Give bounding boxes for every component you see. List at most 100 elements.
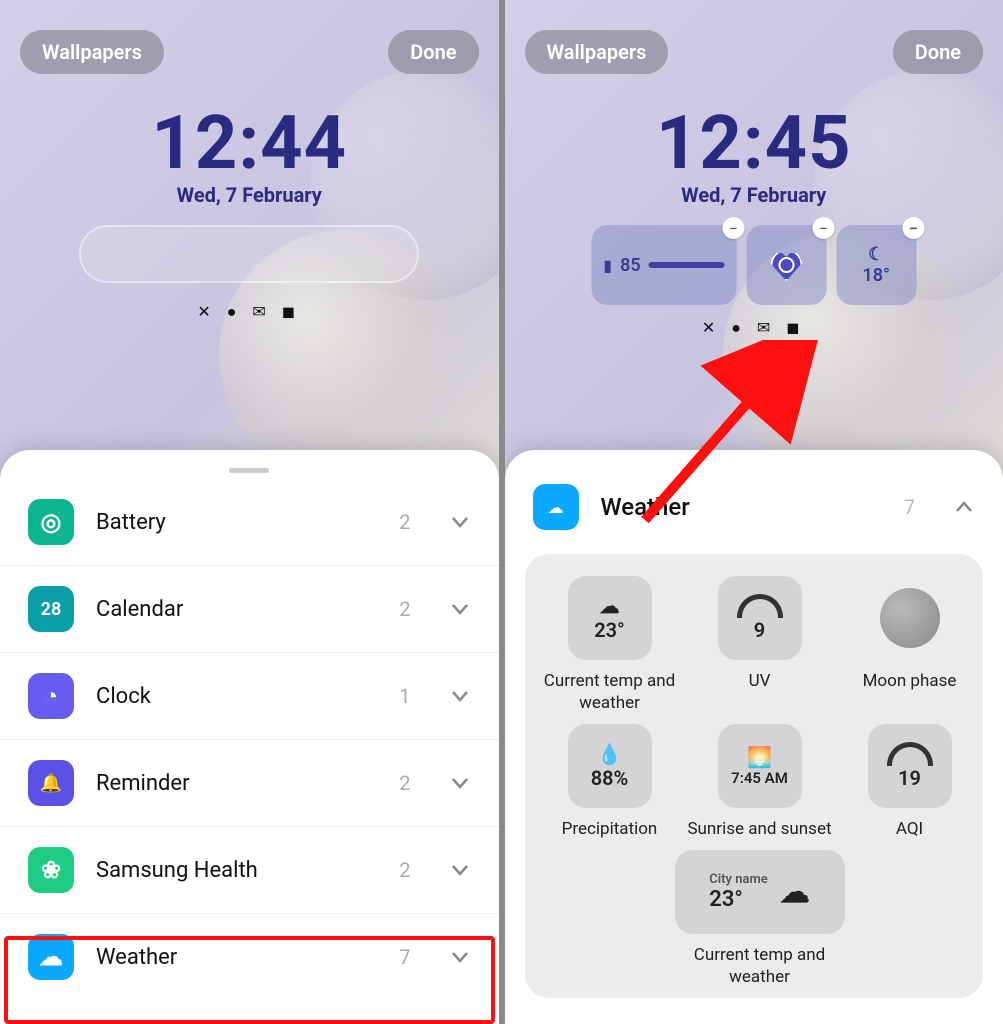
lockscreen-clock[interactable]: 12:45 Wed, 7 February <box>505 100 1003 207</box>
temp-value: 23° <box>709 887 767 912</box>
wallpapers-button[interactable]: Wallpapers <box>20 30 164 74</box>
widget-value: 23° <box>594 618 625 642</box>
category-count: 2 <box>399 597 410 621</box>
cloud-icon: ☁ <box>780 875 810 910</box>
clock-time: 12:45 <box>505 100 1003 187</box>
chevron-down-icon <box>449 946 471 968</box>
widget-picker-sheet: ◎ Battery 2 28 Calendar 2 ◔ Clock 1 🔔 Reminder 2 ❀ Sa… <box>0 450 499 1024</box>
widget-option: ☁23° Current temp and weather <box>535 576 685 714</box>
done-button[interactable]: Done <box>388 30 478 74</box>
widget-value: 9 <box>754 618 765 642</box>
widget-row: ▮ 85 − − ☾ 18° − <box>591 225 916 305</box>
wallpapers-button[interactable]: Wallpapers <box>525 30 669 74</box>
widget-weather-mini[interactable]: ☾ 18° − <box>836 225 916 305</box>
reminder-icon: 🔔 <box>28 760 74 806</box>
calendar-icon: 28 <box>28 586 74 632</box>
category-calendar[interactable]: 28 Calendar 2 <box>0 566 499 653</box>
weather-widgets-sheet: ☁ Weather 7 ☁23°Current temp and weather… <box>505 450 1003 1024</box>
heart-icon <box>766 245 806 285</box>
notification-icons: ✕ ● ✉ ◼ <box>505 318 1003 338</box>
chevron-down-icon <box>449 772 471 794</box>
phone-left: Wallpapers Done 12:44 Wed, 7 February ✕ … <box>0 0 499 1024</box>
widget-caption: AQI <box>896 818 923 840</box>
category-count: 2 <box>399 510 410 534</box>
widget-tile[interactable] <box>868 576 952 660</box>
category-battery[interactable]: ◎ Battery 2 <box>0 479 499 566</box>
done-button[interactable]: Done <box>893 30 983 74</box>
health-icon: ❀ <box>28 847 74 893</box>
chevron-down-icon <box>449 511 471 533</box>
category-label: Clock <box>96 684 377 709</box>
remove-widget-icon[interactable]: − <box>902 217 924 239</box>
widget-value: 19 <box>898 766 921 790</box>
clock-date: Wed, 7 February <box>0 183 499 207</box>
category-label: Weather <box>96 945 377 970</box>
category-label: Battery <box>96 510 377 535</box>
category-count: 2 <box>399 858 410 882</box>
remove-widget-icon[interactable]: − <box>812 217 834 239</box>
category-label: Calendar <box>96 597 377 622</box>
city-label: City name <box>709 872 767 887</box>
widget-tile[interactable]: 💧88% <box>568 724 652 808</box>
widget-option: 🌅7:45 AM Sunrise and sunset <box>685 724 835 840</box>
clock-icon: ◔ <box>28 673 74 719</box>
widget-grid: ☁23°Current temp and weather9UVMoon phas… <box>525 554 984 998</box>
widget-option: 9 UV <box>685 576 835 714</box>
category-clock[interactable]: ◔ Clock 1 <box>0 653 499 740</box>
widget-option: Moon phase <box>835 576 985 714</box>
widget-battery[interactable]: ▮ 85 − <box>591 225 736 305</box>
gauge-icon <box>737 594 783 618</box>
widget-glyph-icon: 🌅 <box>747 745 772 769</box>
widget-tile[interactable]: 9 <box>718 576 802 660</box>
widget-health[interactable]: − <box>746 225 826 305</box>
widget-tile[interactable]: 🌅7:45 AM <box>718 724 802 808</box>
lockscreen-clock[interactable]: 12:44 Wed, 7 February <box>0 100 499 207</box>
sheet-title: Weather <box>601 493 882 521</box>
widget-glyph-icon: 💧 <box>597 742 622 766</box>
widget-option: 19 AQI <box>835 724 985 840</box>
category-count: 1 <box>399 684 410 708</box>
widget-option-wide: City name23° ☁ Current temp and weather <box>685 850 835 988</box>
clock-time: 12:44 <box>0 100 499 187</box>
category-count: 7 <box>399 945 410 969</box>
drag-handle[interactable] <box>229 468 269 473</box>
widget-caption: Current temp and weather <box>685 944 835 988</box>
chevron-down-icon <box>449 859 471 881</box>
moon-icon: ☾ <box>868 244 884 265</box>
chevron-down-icon <box>449 598 471 620</box>
chevron-up-icon[interactable] <box>953 496 975 518</box>
category-label: Reminder <box>96 771 377 796</box>
notification-icons: ✕ ● ✉ ◼ <box>0 302 499 322</box>
widget-tile[interactable]: ☁23° <box>568 576 652 660</box>
widget-tile[interactable]: City name23° ☁ <box>675 850 845 934</box>
battery-icon: ▮ <box>603 256 612 275</box>
moon-phase-icon <box>880 588 940 648</box>
widget-caption: Sunrise and sunset <box>687 818 831 840</box>
widget-caption: Current temp and weather <box>535 670 685 714</box>
category-health[interactable]: ❀ Samsung Health 2 <box>0 827 499 914</box>
widget-value: 88% <box>591 766 629 790</box>
widget-glyph-icon: ☁ <box>600 594 620 618</box>
phone-right: Wallpapers Done 12:45 Wed, 7 February ▮ … <box>499 0 1003 1024</box>
widget-caption: Precipitation <box>562 818 658 840</box>
weather-icon: ☁ <box>28 934 74 980</box>
temp-value: 18° <box>862 265 890 286</box>
widget-caption: UV <box>749 670 771 692</box>
widget-option: 💧88% Precipitation <box>535 724 685 840</box>
chevron-down-icon <box>449 685 471 707</box>
battery-icon: ◎ <box>28 499 74 545</box>
widget-caption: Moon phase <box>863 670 957 692</box>
battery-bar <box>649 262 725 268</box>
battery-percent: 85 <box>620 255 641 276</box>
widget-tile[interactable]: 19 <box>868 724 952 808</box>
clock-date: Wed, 7 February <box>505 183 1003 207</box>
widget-slot-empty[interactable] <box>79 225 419 283</box>
widget-count: 7 <box>904 495 915 519</box>
category-label: Samsung Health <box>96 858 377 883</box>
widget-value: 7:45 AM <box>731 769 788 787</box>
category-reminder[interactable]: 🔔Reminder2 <box>0 740 499 827</box>
category-weather[interactable]: ☁ Weather 7 <box>0 914 499 1000</box>
remove-widget-icon[interactable]: − <box>722 217 744 239</box>
weather-icon: ☁ <box>533 484 579 530</box>
gauge-icon <box>887 742 933 766</box>
